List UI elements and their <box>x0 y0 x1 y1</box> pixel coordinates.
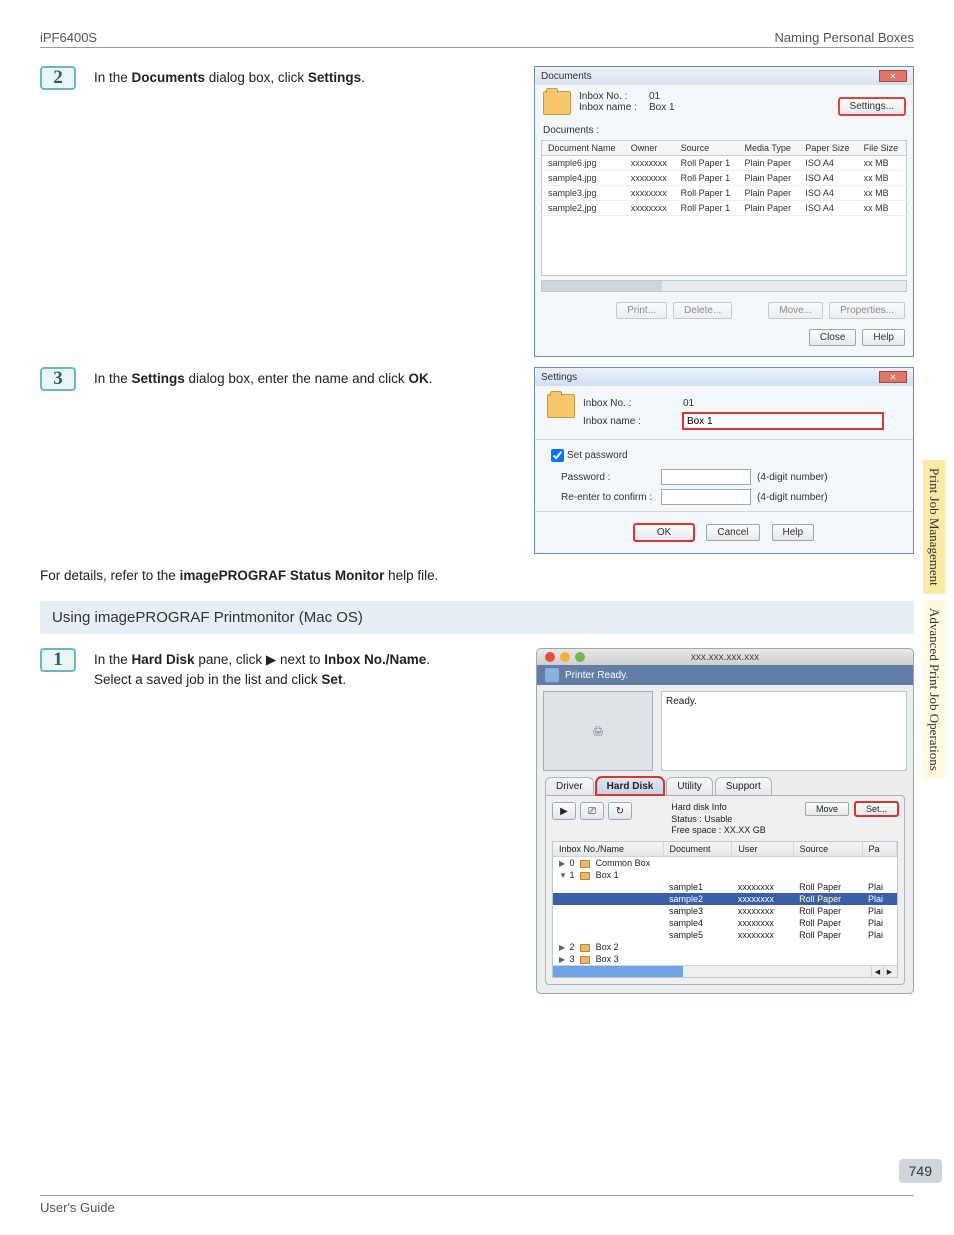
page-number: 749 <box>899 1159 942 1183</box>
documents-section-label: Documents : <box>535 125 913 138</box>
set-password-checkbox[interactable] <box>551 449 564 462</box>
step-3-badge: 3 <box>40 367 76 391</box>
header-right: Naming Personal Boxes <box>775 30 914 45</box>
properties-button[interactable]: Properties... <box>829 302 905 319</box>
tree-row: ▶ 3 Box 3 <box>553 953 897 965</box>
settings-inbox-no-value: 01 <box>683 398 694 409</box>
tab-hard-disk[interactable]: Hard Disk <box>596 777 665 795</box>
step-2-badge: 2 <box>40 66 76 90</box>
list-item-selected: sample2xxxxxxxxRoll PaperPlai <box>553 893 897 905</box>
password-label: Password : <box>561 472 661 483</box>
folder-icon <box>543 91 571 115</box>
refresh-icon[interactable]: ↻ <box>608 802 632 820</box>
job-list[interactable]: Inbox No./Name Document User Source Pa ▶… <box>552 841 898 978</box>
tree-row: ▼ 1 Box 1 <box>553 869 897 881</box>
horizontal-scrollbar[interactable] <box>541 280 907 292</box>
folder-icon <box>547 394 575 418</box>
step-1-text: In the Hard Disk pane, click ▶ next to I… <box>94 648 464 689</box>
mac-window-title: xxx.xxx.xxx.xxx <box>537 652 913 663</box>
folder-icon <box>580 956 590 964</box>
printer-status-icon <box>545 668 559 682</box>
table-row: sample4.jpgxxxxxxxxRoll Paper 1Plain Pap… <box>542 171 907 186</box>
list-item: sample5xxxxxxxxRoll PaperPlai <box>553 929 897 941</box>
set-password-label: Set password <box>567 450 628 461</box>
folder-icon <box>580 944 590 952</box>
move-button-mac[interactable]: Move <box>805 802 849 816</box>
folder-icon <box>580 872 590 880</box>
cancel-button[interactable]: Cancel <box>706 524 759 541</box>
confirm-hint: (4-digit number) <box>757 492 828 503</box>
settings-dialog: Settings ✕ Inbox No. :01 Inbox name : <box>534 367 914 554</box>
close-icon[interactable]: ✕ <box>879 70 907 82</box>
list-item: sample1xxxxxxxxRoll PaperPlai <box>553 881 897 893</box>
tab-driver[interactable]: Driver <box>545 777 594 795</box>
hd-info-2: Status : Usable <box>671 814 766 826</box>
step-3-text: In the Settings dialog box, enter the na… <box>94 367 432 389</box>
tab-support[interactable]: Support <box>715 777 772 795</box>
horizontal-scrollbar[interactable]: ◀▶ <box>553 965 897 977</box>
inbox-name-value: Box 1 <box>649 102 675 113</box>
table-row: sample6.jpgxxxxxxxxRoll Paper 1Plain Pap… <box>542 156 907 171</box>
nav-left-icon[interactable]: ▶ <box>552 802 576 820</box>
list-item: sample3xxxxxxxxRoll PaperPlai <box>553 905 897 917</box>
settings-inbox-no-label: Inbox No. : <box>583 398 683 409</box>
confirm-label: Re-enter to confirm : <box>561 492 661 503</box>
side-tab-advanced-print-job-ops[interactable]: Advanced Print Job Operations <box>923 600 945 779</box>
inbox-name-input[interactable] <box>683 413 883 429</box>
header-left: iPF6400S <box>40 30 97 45</box>
help-file-note: For details, refer to the imagePROGRAF S… <box>40 568 914 583</box>
side-tab-print-job-mgmt[interactable]: Print Job Management <box>923 460 945 594</box>
documents-table[interactable]: Document NameOwnerSourceMedia TypePaper … <box>541 140 907 276</box>
move-button[interactable]: Move... <box>768 302 823 319</box>
table-row: sample3.jpgxxxxxxxxRoll Paper 1Plain Pap… <box>542 186 907 201</box>
help-button[interactable]: Help <box>772 524 815 541</box>
password-input[interactable] <box>661 469 751 485</box>
close-icon[interactable]: ✕ <box>879 371 907 383</box>
tree-row: ▶ 0 Common Box <box>553 857 897 870</box>
confirm-input[interactable] <box>661 489 751 505</box>
hd-info-3: Free space : XX.XX GB <box>671 825 766 837</box>
toolbar-btn-1[interactable]: ⎚ <box>580 802 604 820</box>
tab-utility[interactable]: Utility <box>666 777 712 795</box>
step-2-text: In the Documents dialog box, click Setti… <box>94 66 365 88</box>
section-header-mac: Using imagePROGRAF Printmonitor (Mac OS) <box>40 601 914 634</box>
documents-dialog-title: Documents <box>541 71 592 82</box>
settings-button[interactable]: Settings... <box>839 98 905 115</box>
folder-icon <box>580 860 590 868</box>
documents-dialog: Documents ✕ Inbox No. :01 Inbox name :Bo… <box>534 66 914 357</box>
printer-image: 🖨 <box>543 691 653 771</box>
delete-button[interactable]: Delete... <box>673 302 732 319</box>
print-button[interactable]: Print... <box>616 302 667 319</box>
footer: User's Guide <box>40 1195 914 1215</box>
ready-box: Ready. <box>661 691 907 771</box>
password-hint: (4-digit number) <box>757 472 828 483</box>
inbox-no-label: Inbox No. : <box>579 91 649 102</box>
inbox-no-value: 01 <box>649 91 660 102</box>
printer-status-text: Printer Ready. <box>565 670 628 681</box>
tree-row: ▶ 2 Box 2 <box>553 941 897 953</box>
help-button[interactable]: Help <box>862 329 905 346</box>
close-button[interactable]: Close <box>809 329 857 346</box>
settings-inbox-name-label: Inbox name : <box>583 416 683 427</box>
printmonitor-window: xxx.xxx.xxx.xxx Printer Ready. 🖨 Ready. … <box>536 648 914 994</box>
settings-dialog-title: Settings <box>541 372 577 383</box>
hd-info-1: Hard disk Info <box>671 802 766 814</box>
inbox-name-label: Inbox name : <box>579 102 649 113</box>
step-1-badge: 1 <box>40 648 76 672</box>
list-item: sample4xxxxxxxxRoll PaperPlai <box>553 917 897 929</box>
set-button[interactable]: Set... <box>855 802 898 816</box>
table-row: sample2.jpgxxxxxxxxRoll Paper 1Plain Pap… <box>542 201 907 216</box>
ok-button[interactable]: OK <box>634 524 694 541</box>
